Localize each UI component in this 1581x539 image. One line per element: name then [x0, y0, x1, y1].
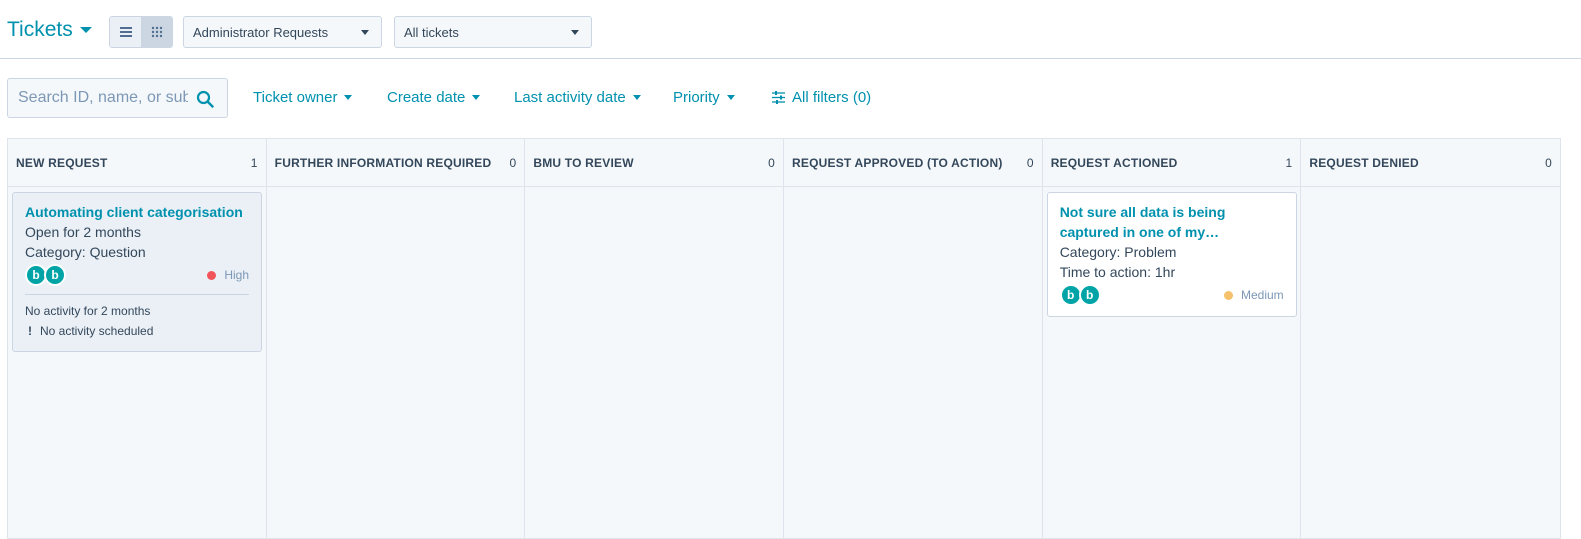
- column-count: 1: [1285, 155, 1293, 170]
- board-column: REQUEST ACTIONED 1 Not sure all data is …: [1042, 139, 1302, 538]
- search-icon[interactable]: [196, 90, 214, 108]
- list-view-button[interactable]: [110, 17, 141, 47]
- column-header: BMU TO REVIEW 0: [525, 139, 784, 187]
- column-title: FURTHER INFORMATION REQUIRED: [274, 155, 492, 170]
- column-title: REQUEST ACTIONED: [1050, 155, 1178, 170]
- filter-bar: Ticket owner Create date Last activity d…: [0, 78, 1581, 118]
- ticket-title-link[interactable]: Not sure all data is being captured in o…: [1060, 202, 1284, 242]
- column-title: NEW REQUEST: [16, 155, 108, 170]
- ticket-meta: b b High: [25, 264, 249, 286]
- filter-label: Priority: [673, 89, 720, 106]
- chevron-down-icon: [361, 29, 369, 35]
- alert-icon: !: [28, 324, 32, 338]
- view-select-value: All tickets: [404, 24, 459, 40]
- column-title: REQUEST APPROVED (TO ACTION): [792, 155, 1003, 170]
- avatar[interactable]: b: [1078, 284, 1101, 306]
- ticket-open-duration: Open for 2 months: [25, 224, 141, 240]
- avatar-group: b b: [25, 264, 66, 286]
- scheduled-activity: ! No activity scheduled: [25, 321, 249, 341]
- column-title: REQUEST DENIED: [1309, 155, 1419, 170]
- list-icon: [119, 27, 132, 37]
- priority-indicator: High: [207, 268, 249, 282]
- chevron-down-icon: [79, 27, 92, 33]
- top-bar: Tickets Administrator Requests All ticke…: [0, 0, 1581, 59]
- all-filters-label: All filters (0): [792, 89, 872, 106]
- column-header: REQUEST DENIED 0: [1301, 139, 1561, 187]
- activity-status: No activity for 2 months: [25, 304, 151, 318]
- page-title: Tickets: [7, 18, 73, 41]
- priority-dot-icon: [1224, 290, 1233, 300]
- filter-create-date[interactable]: Create date: [387, 89, 481, 106]
- ticket-time-to-action: Time to action: 1hr: [1060, 262, 1284, 282]
- filter-label: Create date: [387, 89, 466, 106]
- ticket-title-link[interactable]: Automating client categorisation: [25, 202, 249, 222]
- column-count: 0: [509, 155, 517, 170]
- ticket-card[interactable]: Automating client categorisation Open fo…: [12, 192, 262, 352]
- priority-dot-icon: [207, 270, 217, 280]
- avatar[interactable]: b: [44, 264, 66, 286]
- card-divider: [25, 294, 249, 295]
- chevron-down-icon: [571, 29, 579, 35]
- priority-indicator: Medium: [1224, 288, 1284, 302]
- column-header: NEW REQUEST 1: [8, 139, 266, 187]
- search-input[interactable]: [18, 89, 188, 107]
- search-box: [7, 78, 228, 118]
- column-header: REQUEST ACTIONED 1: [1042, 139, 1301, 187]
- board-view-button[interactable]: [141, 17, 172, 47]
- category-value: Problem: [1124, 244, 1177, 260]
- chevron-down-icon: [344, 95, 353, 100]
- ticket-category: Category: Problem: [1060, 242, 1284, 262]
- chevron-down-icon: [726, 95, 735, 100]
- avatar-group: b b: [1059, 284, 1101, 306]
- all-filters-button[interactable]: All filters (0): [772, 89, 871, 106]
- column-count: 0: [768, 155, 776, 170]
- board-column: FURTHER INFORMATION REQUIRED 0: [266, 139, 526, 538]
- board-column: REQUEST APPROVED (TO ACTION) 0: [784, 139, 1043, 538]
- filter-label: Last activity date: [514, 89, 626, 106]
- filter-ticket-owner[interactable]: Ticket owner: [253, 89, 353, 106]
- ticket-board: NEW REQUEST 1 Automating client categori…: [7, 138, 1561, 539]
- view-toggle: [109, 16, 173, 48]
- time-to-action-value: 1hr: [1154, 264, 1176, 280]
- chevron-down-icon: [632, 95, 641, 100]
- filter-label: Ticket owner: [253, 89, 338, 106]
- category-label: Category:: [25, 244, 86, 260]
- sliders-icon: [772, 91, 785, 104]
- board-column: NEW REQUEST 1 Automating client categori…: [8, 139, 267, 538]
- pipeline-select[interactable]: Administrator Requests: [183, 16, 382, 48]
- category-label: Category:: [1059, 244, 1121, 260]
- board-column: REQUEST DENIED 0: [1301, 139, 1561, 538]
- grid-icon: [151, 26, 163, 38]
- board-column: BMU TO REVIEW 0: [525, 139, 785, 538]
- time-to-action-label: Time to action:: [1059, 264, 1151, 280]
- filter-last-activity-date[interactable]: Last activity date: [514, 89, 641, 106]
- column-count: 0: [1545, 155, 1553, 170]
- ticket-meta: b b Medium: [1059, 284, 1284, 306]
- column-count: 0: [1026, 155, 1034, 170]
- column-header: FURTHER INFORMATION REQUIRED 0: [266, 139, 525, 187]
- category-value: Question: [89, 244, 146, 260]
- column-header: REQUEST APPROVED (TO ACTION) 0: [784, 139, 1042, 187]
- ticket-category: Category: Question: [25, 242, 249, 262]
- chevron-down-icon: [472, 95, 481, 100]
- page-title-dropdown[interactable]: Tickets: [7, 18, 92, 42]
- ticket-card[interactable]: Not sure all data is being captured in o…: [1046, 192, 1297, 317]
- column-count: 1: [250, 155, 258, 170]
- priority-label: Medium: [1241, 288, 1284, 302]
- pipeline-select-value: Administrator Requests: [193, 24, 329, 40]
- filter-priority[interactable]: Priority: [673, 89, 735, 106]
- scheduled-activity-label: No activity scheduled: [40, 324, 154, 338]
- column-title: BMU TO REVIEW: [533, 155, 634, 170]
- priority-label: High: [224, 268, 249, 282]
- view-select[interactable]: All tickets: [394, 16, 592, 48]
